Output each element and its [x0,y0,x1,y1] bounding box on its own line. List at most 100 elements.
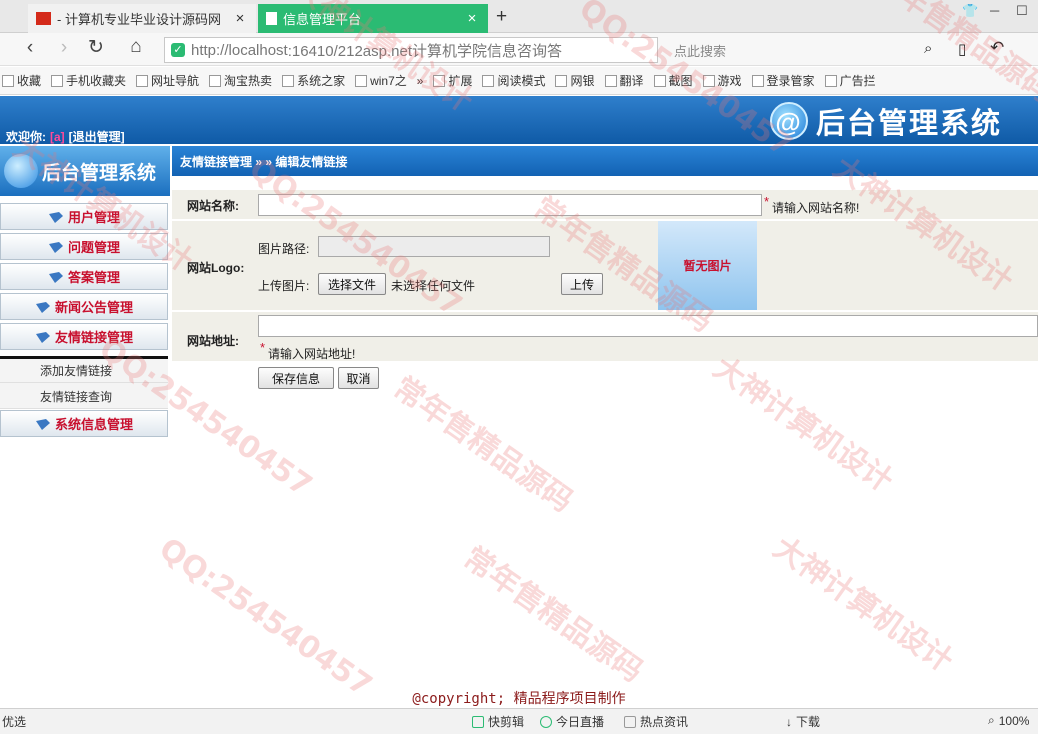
menu-icon [48,271,63,283]
watermark-text: QQ:254540457 [152,531,379,704]
status-left: 优选 [2,715,27,729]
image-path-input[interactable] [318,236,550,257]
bookmark-icon [824,74,837,87]
sidebar-item-question-management[interactable]: 问题管理 [0,233,168,260]
sidebar-item-label: 用户管理 [67,210,120,225]
search-icon[interactable]: ⌕ [924,40,932,57]
watermark-text: 常年售精品源码 [456,540,650,690]
cancel-button[interactable]: 取消 [338,367,379,389]
status-download[interactable]: ↓ 下载 [786,713,820,730]
bookmark-label: 翻译 [619,74,644,88]
site-name-input[interactable] [258,194,762,216]
tab-source-site[interactable]: - 计算机专业毕业设计源码网 × [28,4,256,33]
bookmark-bar: 收藏 手机收藏夹 网址导航 淘宝热卖 系统之家 win7之 » 扩展 阅读模式 网银 翻译 截图 游戏 登… [0,67,1038,95]
forward-icon[interactable]: › [52,37,76,59]
path-label: 图片路径: [258,242,310,256]
sidebar-item-link-management[interactable]: 友情链接管理 [0,323,168,350]
no-file-text: 未选择任何文件 [391,279,476,293]
bookmark-label: 淘宝热卖 [224,74,273,88]
status-news[interactable]: 热点资讯 [624,713,688,730]
status-zoom[interactable]: ⌕ 100% [988,713,1029,728]
status-quick-clip[interactable]: 快剪辑 [472,713,524,730]
bookmark-label: 截图 [668,74,693,88]
bookmark-item[interactable]: » [417,74,424,88]
bookmark-icon [751,74,764,87]
bookmark-icon [482,74,495,87]
bookmark-item[interactable]: win7之 [355,72,407,89]
url-host: http://localhost [191,41,288,59]
bookmark-item[interactable]: 登录管家 [751,72,815,89]
url-input[interactable]: ✓ http://localhost :16410/212asp.net计算机学… [164,37,658,63]
bookmark-item[interactable]: 手机收藏夹 [51,72,126,89]
logout-link[interactable]: [退出管理] [69,130,125,144]
save-button[interactable]: 保存信息 [258,367,334,389]
bookmark-label: win7之 [370,74,407,88]
bookmark-label: 系统之家 [297,74,346,88]
menu-icon [48,241,63,253]
bookmark-item[interactable]: 翻译 [604,72,644,89]
bookmark-label: 收藏 [17,74,42,88]
bookmark-item[interactable]: 阅读模式 [482,72,545,89]
phone-icon[interactable]: ▯ [958,40,966,58]
upload-label: 上传图片: [258,279,310,293]
current-user: [a] [50,130,65,144]
submenu-query-link[interactable]: 友情链接查询 [0,384,168,409]
required-mark: * [764,194,770,209]
sidebar-item-label: 新闻公告管理 [54,300,133,315]
reload-icon[interactable]: ↻ [84,36,108,59]
home-icon[interactable]: ⌂ [124,36,148,58]
bookmark-item[interactable]: 网银 [555,72,595,89]
sidebar-item-user-management[interactable]: 用户管理 [0,203,168,230]
bookmark-item[interactable]: 淘宝热卖 [209,72,272,89]
menu-icon [48,211,63,223]
bookmark-item[interactable]: 系统之家 [282,72,345,89]
close-icon[interactable]: × [464,10,480,27]
sidebar-item-answer-management[interactable]: 答案管理 [0,263,168,290]
bookmark-item[interactable]: 收藏 [2,72,41,89]
clip-icon [472,715,484,728]
search-input[interactable]: 点此搜索 [666,37,948,63]
bookmark-item[interactable]: 广告拦 [824,72,876,89]
sidebar-item-news-management[interactable]: 新闻公告管理 [0,293,168,320]
status-live[interactable]: 今日直播 [540,713,604,730]
skin-icon[interactable]: 👕 [962,3,978,19]
tab-info-platform[interactable]: 信息管理平台 × [258,4,488,33]
upload-button[interactable]: 上传 [561,273,603,295]
no-image-text: 暂无图片 [683,259,732,273]
url-label: 网站地址: [187,334,239,348]
status-label: 热点资讯 [640,715,689,729]
bookmark-icon [433,74,446,87]
bookmark-item[interactable]: 截图 [653,72,693,89]
maximize-icon[interactable]: ☐ [1016,3,1028,19]
undo-icon[interactable]: ↶ [990,38,1004,58]
flag-icon [36,12,51,25]
bookmark-icon [136,74,149,87]
back-icon[interactable]: ‹ [18,37,42,59]
breadcrumb: 友情链接管理 » » 编辑友情链接 [172,146,1038,176]
zoom-value: 100% [998,713,1030,728]
bookmark-item[interactable]: 网址导航 [136,72,199,89]
minimize-icon[interactable]: ─ [990,3,999,18]
close-icon[interactable]: × [232,10,248,27]
bookmark-icon [702,74,715,87]
security-shield-icon: ✓ [171,43,185,57]
sidebar-item-label: 系统信息管理 [54,417,133,432]
sidebar-item-system-management[interactable]: 系统信息管理 [0,410,168,437]
bookmark-item[interactable]: 扩展 [433,72,472,89]
sidebar-item-label: 答案管理 [67,270,120,285]
submenu-add-link[interactable]: 添加友情链接 [0,358,168,383]
zoom-icon: ⌕ [988,713,995,727]
play-icon [540,715,552,728]
new-tab-button[interactable]: + [496,6,507,28]
bookmark-item[interactable]: 游戏 [702,72,742,89]
brand-logo: @ 后台管理系统 [770,100,1002,142]
bookmark-label: 扩展 [448,74,473,88]
watermark-text: 大神计算机设计 [766,530,960,680]
page-icon [266,12,277,25]
bookmark-label: 登录管家 [766,74,815,88]
choose-file-button[interactable]: 选择文件 [318,273,386,295]
site-url-input[interactable] [258,315,1038,337]
octopus-logo-icon [4,154,38,188]
required-mark: * [260,340,266,355]
bookmark-label: 网银 [570,74,595,88]
